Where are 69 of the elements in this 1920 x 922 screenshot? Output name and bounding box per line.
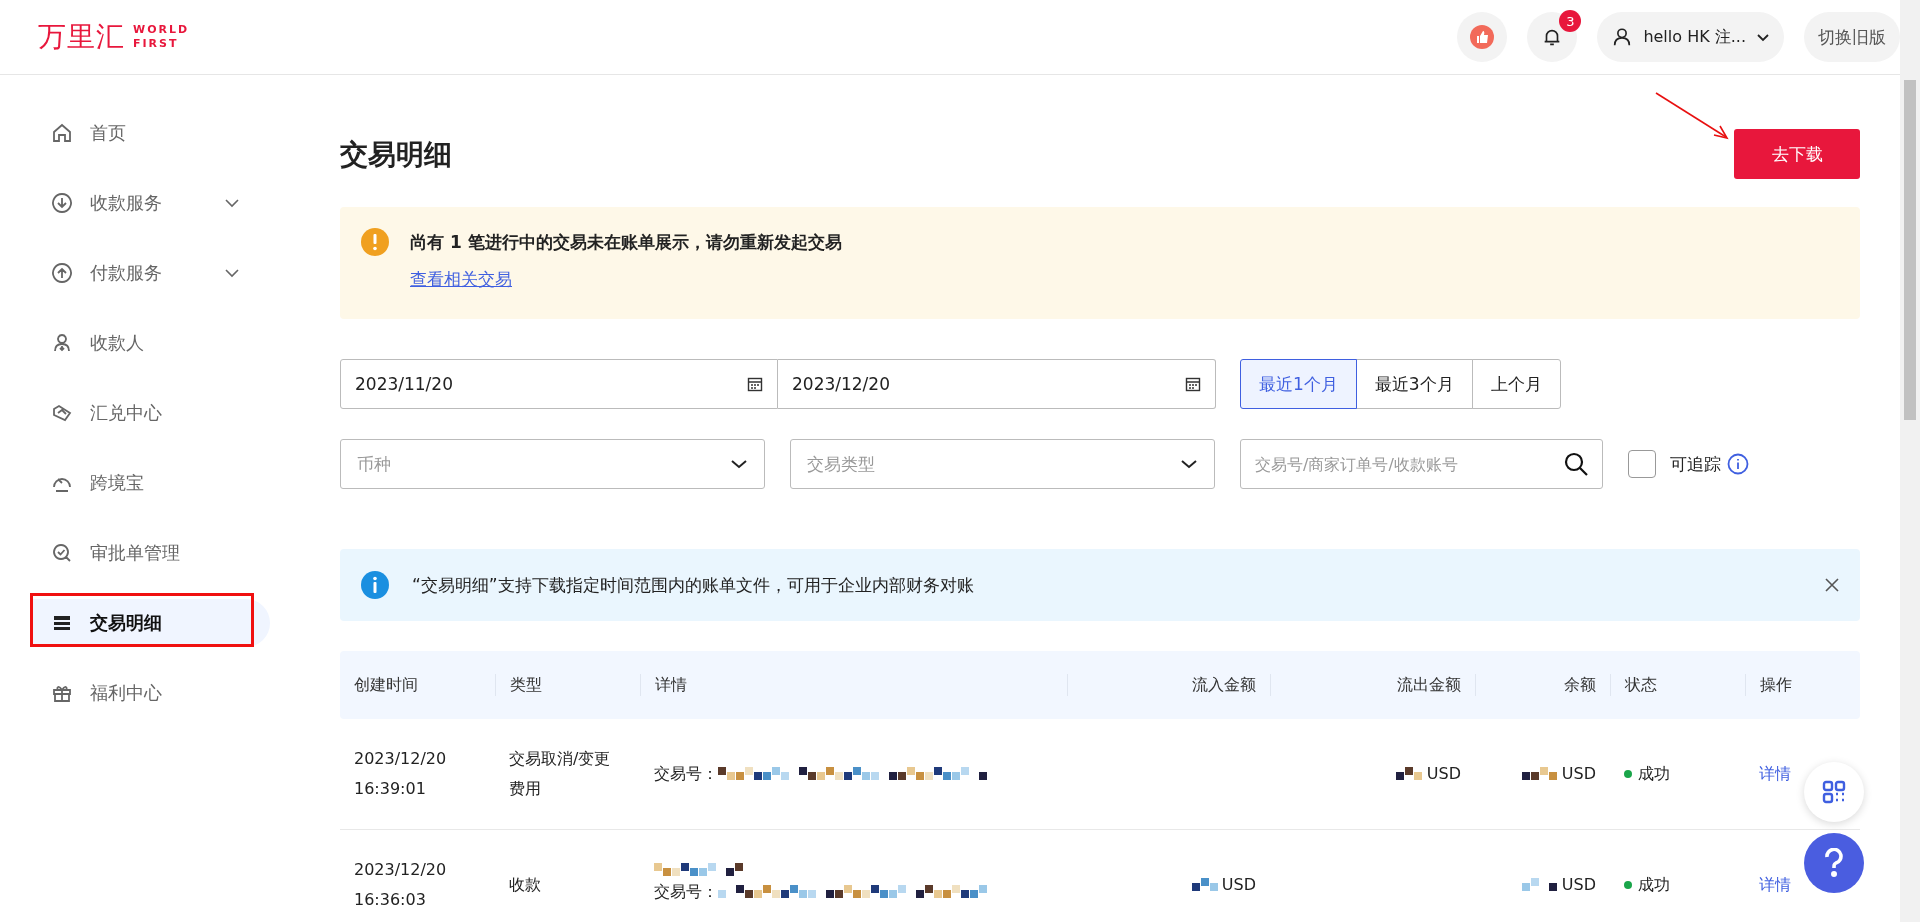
sidebar-item[interactable]: 福利中心 xyxy=(0,669,240,717)
column-header: 创建时间 xyxy=(353,674,419,696)
info-message: “交易明细”支持下载指定时间范围内的账单文件，可用于企业内部财务对账 xyxy=(412,573,975,597)
switch-version-button[interactable]: 切换旧版 xyxy=(1804,12,1900,62)
sidebar-item[interactable]: 审批单管理 xyxy=(0,529,240,577)
table-cell-text: 交易取消/变更费用 xyxy=(509,748,612,800)
column-header: 流入金额 xyxy=(1067,674,1270,696)
table-cell-text: 收款 xyxy=(509,874,541,896)
sidebar-icon xyxy=(50,121,74,145)
date-range-tab[interactable]: 最近3个月 xyxy=(1355,359,1473,409)
user-menu[interactable]: hello HK 注... xyxy=(1597,12,1784,62)
status-dot xyxy=(1624,770,1632,778)
column-header: 详情 xyxy=(640,674,1067,696)
download-button[interactable]: 去下载 xyxy=(1734,129,1860,179)
date-range-tab[interactable]: 上个月 xyxy=(1471,359,1561,409)
status-dot xyxy=(1624,881,1632,889)
page-title: 交易明细 xyxy=(340,137,452,173)
qr-code-icon xyxy=(1821,779,1847,805)
column-header: 状态 xyxy=(1610,674,1745,696)
info-icon[interactable] xyxy=(1727,453,1749,475)
table-cell-text: USD xyxy=(1561,763,1596,785)
sidebar-icon xyxy=(50,191,74,215)
search-icon xyxy=(1563,451,1589,477)
column-header: 流出金额 xyxy=(1270,674,1475,696)
notification-badge: 3 xyxy=(1559,10,1582,32)
close-icon[interactable] xyxy=(1824,577,1840,593)
traceable-checkbox[interactable] xyxy=(1628,450,1656,478)
sidebar-item[interactable]: 汇兑中心 xyxy=(0,389,240,437)
traceable-label: 可追踪 xyxy=(1670,452,1721,476)
sidebar-item[interactable]: 收款服务 xyxy=(0,179,240,227)
calendar-icon xyxy=(1185,376,1201,392)
help-button[interactable] xyxy=(1804,833,1864,893)
details-link[interactable]: 详情 xyxy=(1759,759,1791,789)
column-header: 余额 xyxy=(1475,674,1610,696)
notification-button[interactable]: 3 xyxy=(1527,12,1578,62)
thumbs-up-icon xyxy=(1469,24,1496,50)
table-cell-text: 成功 xyxy=(1638,874,1670,896)
scrollbar-thumb[interactable] xyxy=(1904,80,1916,420)
table-cell-text: USD xyxy=(1561,874,1596,896)
related-transactions-link[interactable]: 查看相关交易 xyxy=(410,268,512,291)
sidebar-item[interactable]: 交易明细 xyxy=(32,599,270,647)
warning-message: 尚有 1 笔进行中的交易未在账单展示，请勿重新发起交易 xyxy=(410,231,842,254)
column-header: 类型 xyxy=(495,674,640,696)
details-link[interactable]: 详情 xyxy=(1759,870,1791,900)
table-cell-text: 交易号： xyxy=(654,763,718,785)
sidebar-item[interactable]: 收款人 xyxy=(0,319,240,367)
info-icon xyxy=(360,570,390,600)
chevron-down-icon xyxy=(1180,458,1198,470)
table-cell-text: USD xyxy=(1221,874,1256,896)
table-cell-text: USD xyxy=(1426,763,1461,785)
start-date-field[interactable]: 2023/11/20 xyxy=(340,359,778,409)
column-header: 操作 xyxy=(1745,674,1860,696)
table-cell-text: 交易号： xyxy=(654,881,718,903)
sidebar-item[interactable]: 跨境宝 xyxy=(0,459,240,507)
question-mark-icon xyxy=(1822,848,1846,878)
thumbs-up-button[interactable] xyxy=(1457,12,1508,62)
sidebar-item[interactable]: 首页 xyxy=(0,109,240,157)
end-date-field[interactable]: 2023/12/20 xyxy=(778,359,1216,409)
sidebar-item[interactable]: 付款服务 xyxy=(0,249,240,297)
table-cell-text: 2023/12/20 16:39:01 xyxy=(354,748,447,800)
date-range-tab[interactable]: 最近1个月 xyxy=(1240,359,1357,409)
qr-code-button[interactable] xyxy=(1804,762,1864,822)
table-cell-text: 成功 xyxy=(1638,763,1670,785)
search-field[interactable]: 交易号/商家订单号/收款账号 xyxy=(1240,439,1603,489)
sidebar-icon xyxy=(50,261,74,285)
warning-icon xyxy=(360,227,390,257)
chevron-down-icon xyxy=(730,458,748,470)
calendar-icon xyxy=(747,376,763,392)
table-cell-text: 2023/12/20 16:36:03 xyxy=(354,859,447,911)
